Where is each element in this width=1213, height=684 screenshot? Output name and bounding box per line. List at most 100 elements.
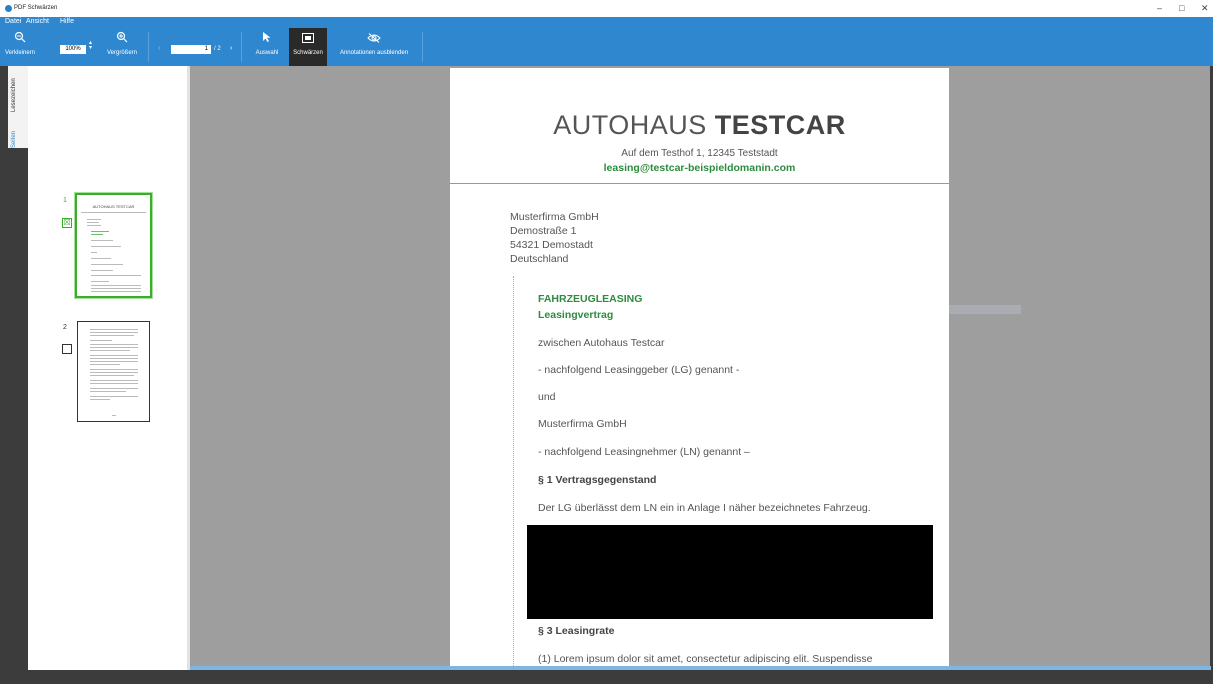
page-number-input[interactable]: 1 xyxy=(171,45,211,54)
section-3-text: (1) Lorem ipsum dolor sit amet, consecte… xyxy=(538,653,873,665)
page-2-thumbnail[interactable] xyxy=(77,321,150,422)
thumbnail-line xyxy=(91,291,141,292)
thumbnail-line xyxy=(90,332,138,333)
maximize-button[interactable]: □ xyxy=(1179,3,1184,13)
thumbnail-number: 2 xyxy=(63,324,67,331)
thumbnail-line xyxy=(81,212,146,213)
thumbnail-line xyxy=(90,344,138,345)
zoom-input[interactable]: 100% xyxy=(60,45,86,54)
thumbnail-line xyxy=(90,369,138,370)
zoom-in-button[interactable]: Vergrößern xyxy=(102,28,142,66)
thumbnail-line xyxy=(90,391,126,392)
thumbnail-line xyxy=(91,285,141,286)
thumbnail-line xyxy=(90,364,120,365)
prev-page-button[interactable]: ‹ xyxy=(158,45,160,52)
minimize-button[interactable]: – xyxy=(1157,3,1162,13)
thumbnail-line xyxy=(91,240,113,241)
menu-datei[interactable]: Datei xyxy=(5,18,21,25)
hide-annotations-label: Annotationen ausblenden xyxy=(339,50,409,56)
thumbnail-panel: 1 ☒ AUTOHAUS TESTCAR 2 xyxy=(28,66,187,676)
app-window: PDF Schwärzen – □ ✕ Datei Ansicht Hilfe … xyxy=(0,0,1213,684)
zoom-out-icon xyxy=(2,28,38,50)
menu-bar: Datei Ansicht Hilfe xyxy=(0,17,1213,28)
thumbnail-title: AUTOHAUS TESTCAR xyxy=(92,204,135,209)
thumbnail-line xyxy=(90,355,138,356)
page-1-thumbnail[interactable]: AUTOHAUS TESTCAR xyxy=(75,193,152,298)
thumbnail-line xyxy=(90,375,134,376)
cursor-icon xyxy=(250,28,284,50)
redact-box-icon xyxy=(289,28,327,50)
page-total: / 2 xyxy=(214,46,221,52)
thumbnail-line xyxy=(90,358,138,359)
paragraph: - nachfolgend Leasinggeber (LG) genannt … xyxy=(538,364,740,376)
thumbnail-line xyxy=(90,380,138,381)
page-1-checkbox[interactable]: ☒ xyxy=(62,218,72,228)
hide-annotations-button[interactable]: Annotationen ausblenden xyxy=(330,28,418,66)
heading-leasingvertrag: Leasingvertrag xyxy=(538,309,614,321)
redact-tool-label: Schwärzen xyxy=(293,50,323,56)
window-title: PDF Schwärzen xyxy=(14,5,58,11)
thumbnail-line xyxy=(90,396,138,397)
recipient-line: Demostraße 1 xyxy=(510,225,577,237)
thumbnail-line xyxy=(91,234,103,235)
heading-fahrzeugleasing: FAHRZEUGLEASING xyxy=(538,293,643,305)
margin-marker xyxy=(513,276,514,670)
company-email: leasing@testcar-beispieldomanin.com xyxy=(603,162,796,174)
thumbnail-line xyxy=(91,258,111,259)
thumbnail-line xyxy=(87,222,99,223)
thumbnail-line xyxy=(87,225,101,226)
thumbnail-number: 1 xyxy=(63,197,67,204)
thumbnail-line xyxy=(91,281,109,282)
status-bar xyxy=(0,670,1213,684)
thumbnail-line xyxy=(90,383,138,384)
page-2-checkbox[interactable] xyxy=(62,344,72,354)
next-page-button[interactable]: › xyxy=(230,45,232,52)
toolbar: Verkleinern 100% ▴ ▾ Vergrößern ‹ 1 / 2 ›… xyxy=(0,28,1213,66)
company-address: Auf dem Testhof 1, 12345 Teststadt xyxy=(621,148,778,159)
zoom-spinner-icon[interactable]: ▴ ▾ xyxy=(89,40,92,51)
recipient-line: Deutschland xyxy=(510,253,569,265)
paragraph: Musterfirma GmbH xyxy=(538,418,627,430)
recipient-line: 54321 Demostadt xyxy=(510,239,593,251)
company-name-bold: TESTCAR xyxy=(714,110,846,140)
paragraph: - nachfolgend Leasingnehmer (LN) genannt… xyxy=(538,446,750,458)
thumbnail-line xyxy=(91,231,109,232)
toolbar-divider xyxy=(241,32,242,62)
toolbar-divider xyxy=(422,32,423,62)
tab-bookmarks[interactable]: Lesezeichen xyxy=(11,78,17,112)
paragraph: zwischen Autohaus Testcar xyxy=(538,337,665,349)
thumbnail-line xyxy=(90,347,138,348)
toolbar-divider xyxy=(148,32,149,62)
menu-ansicht[interactable]: Ansicht xyxy=(26,18,49,25)
section-1-title: § 1 Vertragsgegenstand xyxy=(538,474,657,486)
thumbnail-line xyxy=(91,275,141,276)
thumbnail-line xyxy=(90,372,138,373)
section-1-text: Der LG überlässt dem LN ein in Anlage I … xyxy=(538,502,871,514)
select-tool-button[interactable]: Auswahl xyxy=(250,28,284,66)
title-bar: PDF Schwärzen – □ ✕ xyxy=(0,0,1213,17)
thumbnail-line xyxy=(87,219,101,220)
company-name: AUTOHAUS TESTCAR xyxy=(450,110,949,141)
company-name-light: AUTOHAUS xyxy=(553,110,715,140)
close-button[interactable]: ✕ xyxy=(1201,3,1209,14)
thumbnail-line xyxy=(91,264,123,265)
zoom-out-label: Verkleinern xyxy=(4,50,36,56)
zoom-out-button[interactable]: Verkleinern xyxy=(2,28,38,66)
pdf-page[interactable]: AUTOHAUS TESTCAR Auf dem Testhof 1, 1234… xyxy=(450,68,949,670)
zoom-in-label: Vergrößern xyxy=(106,50,137,56)
zoom-in-icon xyxy=(102,28,142,50)
app-logo-icon xyxy=(5,5,12,12)
menu-hilfe[interactable]: Hilfe xyxy=(60,18,74,25)
eye-slash-icon xyxy=(330,28,418,50)
tab-pages[interactable]: Seiten xyxy=(11,131,17,148)
select-tool-label: Auswahl xyxy=(255,50,279,56)
thumbnail-line xyxy=(112,415,116,416)
paragraph: und xyxy=(538,391,556,403)
redaction-box[interactable] xyxy=(527,525,933,619)
header-divider xyxy=(450,183,949,184)
redact-tool-button[interactable]: Schwärzen xyxy=(289,28,327,66)
thumbnail-line xyxy=(90,329,138,330)
thumbnail-line xyxy=(90,361,138,362)
thumbnail-line xyxy=(91,246,121,247)
thumbnail-line xyxy=(90,388,138,389)
